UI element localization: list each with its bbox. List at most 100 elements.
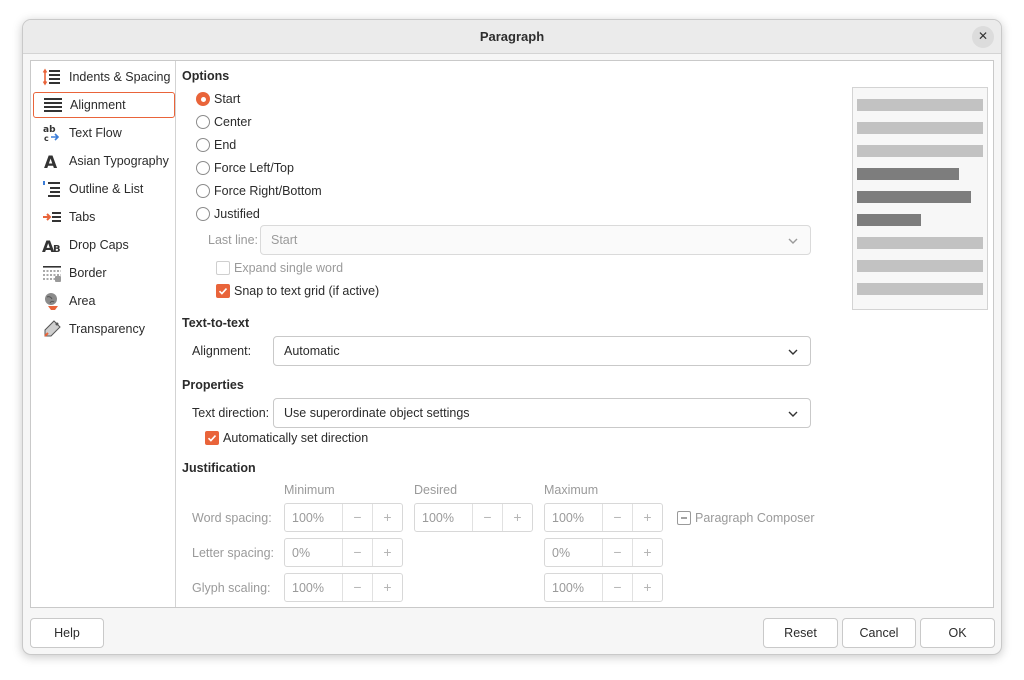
help-button[interactable]: Help: [30, 618, 104, 648]
paragraph-composer-checkbox[interactable]: Paragraph Composer: [677, 509, 815, 527]
sidebar-item-label: Outline & List: [69, 182, 144, 196]
radio-label: Justified: [214, 207, 260, 221]
sidebar-item-label: Asian Typography: [69, 154, 169, 168]
column-maximum: Maximum: [544, 483, 599, 497]
increment-button[interactable]: +: [632, 504, 662, 531]
expand-single-word-checkbox[interactable]: Expand single word: [216, 259, 343, 277]
text-direction-select[interactable]: Use superordinate object settings: [273, 398, 811, 428]
sidebar-item-transparency[interactable]: Transparency: [33, 316, 175, 342]
column-desired: Desired: [414, 483, 458, 497]
decrement-button[interactable]: −: [342, 574, 372, 601]
last-line-select[interactable]: Start: [260, 225, 811, 255]
sidebar-item-label: Tabs: [69, 210, 96, 224]
alignment-panel: Options Start Center End Force Left/Top …: [176, 61, 993, 607]
increment-button[interactable]: +: [372, 539, 402, 566]
spinner-value: 100%: [292, 581, 324, 595]
svg-text:B: B: [53, 244, 61, 255]
preview-line: [857, 260, 983, 272]
close-button[interactable]: ✕: [972, 26, 994, 48]
decrement-button[interactable]: −: [602, 504, 632, 531]
spinner-value: 100%: [292, 511, 324, 525]
preview-line-active: [857, 168, 959, 180]
increment-button[interactable]: +: [372, 574, 402, 601]
snap-to-grid-checkbox[interactable]: Snap to text grid (if active): [216, 282, 379, 300]
sidebar-item-area[interactable]: Area: [33, 288, 175, 314]
svg-text:A: A: [44, 153, 58, 171]
column-minimum: Minimum: [284, 483, 335, 497]
preview-line: [857, 122, 983, 134]
checkbox-indicator: [216, 284, 230, 298]
checkbox-indicator: [677, 511, 691, 525]
word-spacing-min-spinner[interactable]: 100% − +: [284, 503, 403, 532]
chevron-down-icon: [788, 238, 798, 244]
sidebar-item-text-flow[interactable]: ab c Text Flow: [33, 120, 175, 146]
radio-indicator: [196, 184, 210, 198]
last-line-label: Last line:: [208, 233, 259, 247]
preview-line-active: [857, 191, 971, 203]
checkbox-label: Automatically set direction: [223, 431, 369, 445]
sidebar-item-label: Alignment: [70, 98, 126, 112]
decrement-button[interactable]: −: [602, 539, 632, 566]
sidebar-item-label: Transparency: [69, 322, 145, 336]
radio-end[interactable]: End: [196, 135, 236, 155]
increment-button[interactable]: +: [502, 504, 532, 531]
radio-indicator: [196, 207, 210, 221]
glyph-scaling-label: Glyph scaling:: [192, 581, 271, 595]
radio-justified[interactable]: Justified: [196, 204, 260, 224]
dialog-content: Indents & Spacing Alignment ab c Text Flo…: [30, 60, 994, 608]
letter-spacing-min-spinner[interactable]: 0% − +: [284, 538, 403, 567]
sidebar-item-indents-spacing[interactable]: Indents & Spacing: [33, 64, 175, 90]
glyph-scaling-min-spinner[interactable]: 100% − +: [284, 573, 403, 602]
preview-line-active: [857, 214, 921, 226]
select-value: Start: [271, 233, 298, 247]
increment-button[interactable]: +: [632, 574, 662, 601]
sidebar-item-border[interactable]: Border: [33, 260, 175, 286]
text-alignment-select[interactable]: Automatic: [273, 336, 811, 366]
chevron-down-icon: [788, 349, 798, 355]
sidebar-item-label: Border: [69, 266, 107, 280]
sidebar-item-label: Text Flow: [69, 126, 122, 140]
options-heading: Options: [182, 69, 230, 83]
select-value: Automatic: [284, 344, 340, 358]
word-spacing-label: Word spacing:: [192, 511, 272, 525]
sidebar-item-label: Drop Caps: [69, 238, 129, 252]
decrement-button[interactable]: −: [602, 574, 632, 601]
word-spacing-max-spinner[interactable]: 100% − +: [544, 503, 663, 532]
radio-label: Force Left/Top: [214, 161, 294, 175]
radio-force-right-bottom[interactable]: Force Right/Bottom: [196, 181, 322, 201]
sidebar-item-tabs[interactable]: Tabs: [33, 204, 175, 230]
radio-indicator: [196, 161, 210, 175]
letter-spacing-max-spinner[interactable]: 0% − +: [544, 538, 663, 567]
increment-button[interactable]: +: [372, 504, 402, 531]
transparency-icon: [42, 319, 62, 339]
checkbox-indicator: [205, 431, 219, 445]
cancel-button[interactable]: Cancel: [842, 618, 916, 648]
sidebar-item-alignment[interactable]: Alignment: [33, 92, 175, 118]
sidebar-item-drop-caps[interactable]: AB Drop Caps: [33, 232, 175, 258]
drop-caps-icon: AB: [42, 235, 62, 255]
checkbox-label: Snap to text grid (if active): [234, 284, 380, 298]
reset-button[interactable]: Reset: [763, 618, 838, 648]
radio-force-left-top[interactable]: Force Left/Top: [196, 158, 294, 178]
spinner-value: 100%: [422, 511, 454, 525]
sidebar-item-asian-typography[interactable]: A Asian Typography: [33, 148, 175, 174]
decrement-button[interactable]: −: [342, 504, 372, 531]
sidebar: Indents & Spacing Alignment ab c Text Flo…: [31, 61, 176, 607]
preview-line: [857, 237, 983, 249]
text-flow-icon: ab c: [42, 123, 62, 143]
glyph-scaling-max-spinner[interactable]: 100% − +: [544, 573, 663, 602]
ok-button[interactable]: OK: [920, 618, 995, 648]
decrement-button[interactable]: −: [472, 504, 502, 531]
auto-direction-checkbox[interactable]: Automatically set direction: [205, 429, 368, 447]
asian-typography-icon: A: [42, 151, 62, 171]
text-direction-label: Text direction:: [192, 406, 270, 420]
sidebar-item-outline-list[interactable]: Outline & List: [33, 176, 175, 202]
word-spacing-desired-spinner[interactable]: 100% − +: [414, 503, 533, 532]
radio-center[interactable]: Center: [196, 112, 252, 132]
increment-button[interactable]: +: [632, 539, 662, 566]
radio-start[interactable]: Start: [196, 89, 240, 109]
text-alignment-label: Alignment:: [192, 344, 252, 358]
paragraph-dialog: Paragraph ✕ Indents & Spacing Alignment …: [22, 19, 1002, 655]
decrement-button[interactable]: −: [342, 539, 372, 566]
radio-indicator: [196, 115, 210, 129]
